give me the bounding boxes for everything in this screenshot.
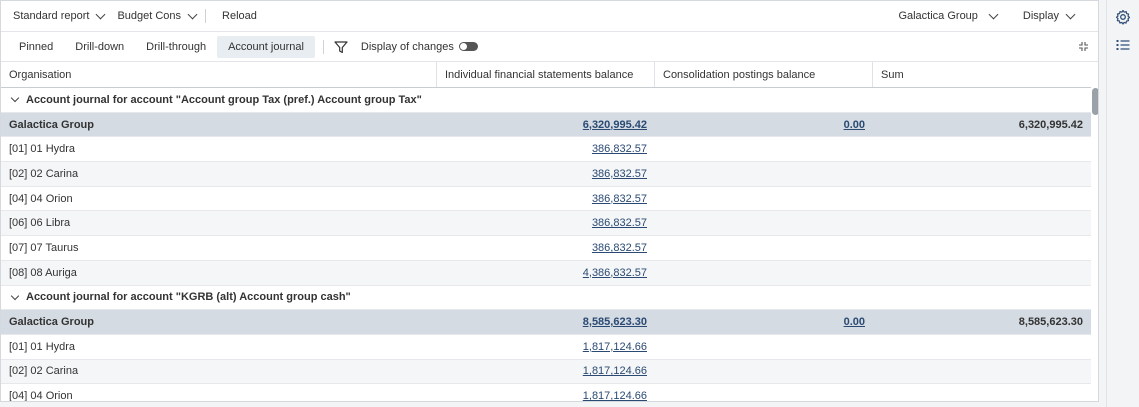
cell-individual-link[interactable]: 6,320,995.42 xyxy=(583,119,647,131)
standard-report-label: Standard report xyxy=(13,10,90,22)
collapse-button[interactable] xyxy=(1078,32,1089,61)
toolbar-divider xyxy=(322,39,324,54)
side-panel xyxy=(1106,0,1139,407)
reload-label: Reload xyxy=(222,10,257,22)
cell-individual-link[interactable]: 386,832.57 xyxy=(592,217,647,229)
gear-icon[interactable] xyxy=(1115,9,1131,25)
table-row: [02] 02 Carina 1,817,124.66 xyxy=(1,359,1091,385)
tab-drill-through-label: Drill-through xyxy=(146,40,207,53)
scrollbar-thumb[interactable] xyxy=(1092,88,1098,115)
cell-consolidation-link[interactable]: 0.00 xyxy=(844,119,865,131)
column-header-sum[interactable]: Sum xyxy=(873,62,1091,87)
table-row: [01] 01 Hydra 1,817,124.66 xyxy=(1,335,1091,360)
view-toolbar: Pinned Drill-down Drill-through Account … xyxy=(1,32,1098,62)
tab-pinned[interactable]: Pinned xyxy=(8,36,64,58)
vertical-scrollbar[interactable] xyxy=(1091,88,1098,401)
collapse-icon xyxy=(1079,42,1088,51)
column-header-label: Organisation xyxy=(9,68,72,81)
budget-cons-dropdown[interactable]: Budget Cons xyxy=(117,1,198,31)
cell-sum: 6,320,995.42 xyxy=(1018,118,1083,131)
column-header-label: Consolidation postings balance xyxy=(663,68,816,81)
cell-organisation: [08] 08 Auriga xyxy=(9,266,77,279)
group-row[interactable]: Account journal for account "KGRB (alt) … xyxy=(1,285,1091,311)
tab-account-journal[interactable]: Account journal xyxy=(217,35,315,58)
list-icon[interactable] xyxy=(1115,37,1131,53)
toolbar-divider xyxy=(205,9,207,23)
display-of-changes-toggle[interactable]: Display of changes xyxy=(361,32,478,61)
cell-organisation: [06] 06 Libra xyxy=(9,217,71,230)
chevron-down-icon xyxy=(187,9,198,19)
column-header-label: Sum xyxy=(881,68,904,81)
cell-individual-link[interactable]: 1,817,124.66 xyxy=(583,341,647,353)
budget-cons-label: Budget Cons xyxy=(117,10,182,22)
tab-pinned-label: Pinned xyxy=(19,40,54,53)
chevron-down-icon xyxy=(95,9,106,19)
cell-individual-link[interactable]: 386,832.57 xyxy=(592,242,647,254)
cell-organisation: [02] 02 Carina xyxy=(9,167,79,180)
cell-organisation: Galactica Group xyxy=(9,118,94,131)
chevron-down-icon xyxy=(1065,9,1076,19)
table-row: [06] 06 Libra 386,832.57 xyxy=(1,211,1091,237)
table-row: [04] 04 Orion 386,832.57 xyxy=(1,187,1091,212)
chevron-down-icon xyxy=(988,9,999,19)
cell-organisation: [01] 01 Hydra xyxy=(9,340,76,353)
tab-account-journal-label: Account journal xyxy=(228,40,304,53)
chevron-down-icon[interactable] xyxy=(10,291,20,301)
column-header-organisation[interactable]: Organisation xyxy=(1,62,437,87)
column-header-consolidation[interactable]: Consolidation postings balance xyxy=(655,62,873,87)
table-row: [04] 04 Orion 1,817,124.66 xyxy=(1,384,1091,402)
table-body: Account journal for account "Account gro… xyxy=(1,88,1091,402)
cell-individual-link[interactable]: 8,585,623.30 xyxy=(583,316,647,328)
cell-sum: 8,585,623.30 xyxy=(1018,316,1083,329)
table-row: [07] 07 Taurus 386,832.57 xyxy=(1,236,1091,261)
filter-button[interactable] xyxy=(334,32,348,61)
display-of-changes-label: Display of changes xyxy=(360,40,454,53)
filter-icon xyxy=(334,40,348,53)
group-selector-label: Galactica Group xyxy=(898,10,978,22)
standard-report-dropdown[interactable]: Standard report xyxy=(13,1,106,31)
table-row: [01] 01 Hydra 386,832.57 xyxy=(1,137,1091,163)
cell-individual-link[interactable]: 386,832.57 xyxy=(592,193,647,205)
cell-organisation: [04] 04 Orion xyxy=(9,390,73,402)
cell-organisation: [04] 04 Orion xyxy=(9,192,73,205)
column-header-individual[interactable]: Individual financial statements balance xyxy=(437,62,655,87)
cell-individual-link[interactable]: 1,817,124.66 xyxy=(583,365,647,377)
cell-organisation: [01] 01 Hydra xyxy=(9,143,76,156)
table-header: Organisation Individual financial statem… xyxy=(1,62,1091,88)
group-title: Account journal for account "Account gro… xyxy=(26,93,422,106)
tab-drill-down-label: Drill-down xyxy=(75,40,125,53)
display-label: Display xyxy=(1022,10,1059,22)
cell-individual-link[interactable]: 386,832.57 xyxy=(592,168,647,180)
chevron-down-icon[interactable] xyxy=(10,94,20,103)
total-row: Galactica Group 6,320,995.42 0.00 6,320,… xyxy=(1,112,1091,138)
report-panel: Standard report Budget Cons Reload Galac… xyxy=(0,0,1099,402)
group-selector-dropdown[interactable]: Galactica Group xyxy=(898,1,999,31)
cell-individual-link[interactable]: 386,832.57 xyxy=(592,143,647,155)
cell-consolidation-link[interactable]: 0.00 xyxy=(844,316,865,328)
reload-button[interactable]: Reload xyxy=(222,1,257,31)
tab-drill-through[interactable]: Drill-through xyxy=(135,36,217,58)
cell-organisation: Galactica Group xyxy=(9,316,94,329)
display-dropdown[interactable]: Display xyxy=(1022,1,1076,31)
cell-individual-link[interactable]: 4,386,832.57 xyxy=(583,267,647,279)
group-row[interactable]: Account journal for account "Account gro… xyxy=(1,88,1091,113)
tab-drill-down[interactable]: Drill-down xyxy=(64,36,135,58)
cell-individual-link[interactable]: 1,817,124.66 xyxy=(583,390,647,401)
total-row: Galactica Group 8,585,623.30 0.00 8,585,… xyxy=(1,310,1091,335)
cell-organisation: [07] 07 Taurus xyxy=(9,241,79,254)
table-row: [08] 08 Auriga 4,386,832.57 xyxy=(1,260,1091,286)
cell-organisation: [02] 02 Carina xyxy=(9,365,79,378)
column-header-label: Individual financial statements balance xyxy=(445,68,634,81)
toggle-switch[interactable] xyxy=(458,42,478,51)
table-row: [02] 02 Carina 386,832.57 xyxy=(1,162,1091,187)
main-toolbar: Standard report Budget Cons Reload Galac… xyxy=(1,1,1098,32)
group-title: Account journal for account "KGRB (alt) … xyxy=(26,291,351,304)
